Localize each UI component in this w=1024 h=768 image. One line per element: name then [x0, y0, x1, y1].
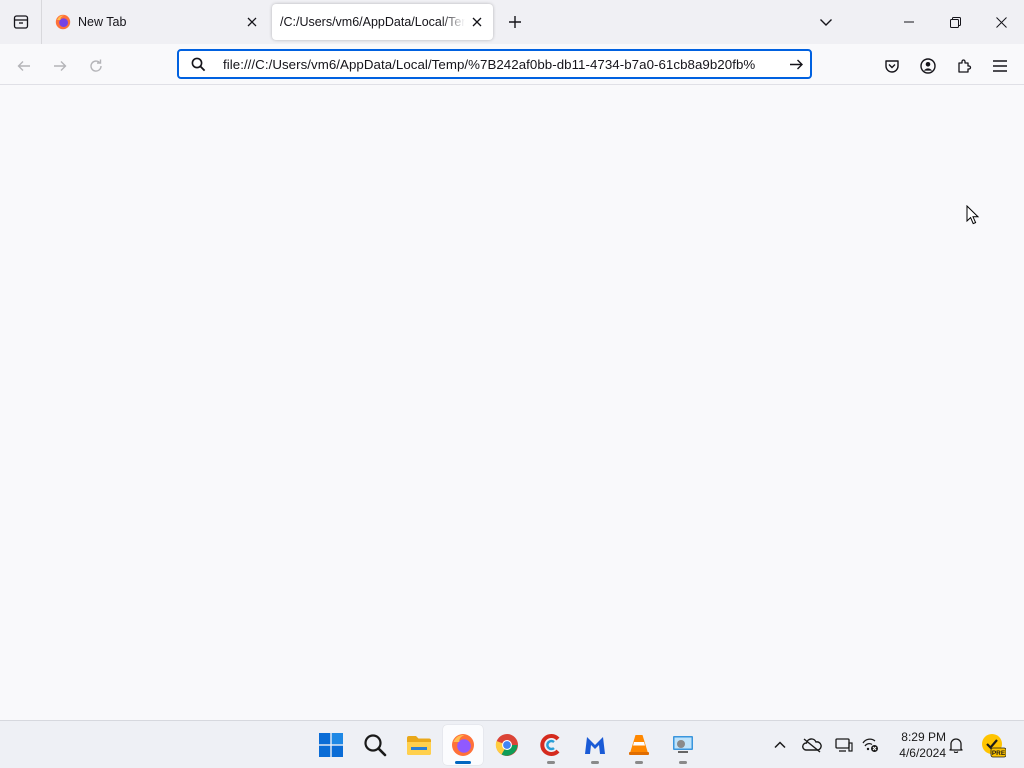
remote-desktop-icon — [673, 736, 693, 753]
vlc-taskbar-button[interactable] — [619, 725, 659, 765]
close-tab-button[interactable] — [465, 10, 489, 34]
app-menu-button[interactable] — [986, 52, 1014, 80]
pocket-icon — [885, 60, 899, 73]
vlc-icon — [629, 735, 649, 755]
clock-time: 8:29 PM — [901, 730, 946, 744]
malwarebytes-icon — [585, 737, 605, 754]
restore-button[interactable] — [932, 0, 978, 44]
firefox-taskbar-button[interactable] — [443, 725, 483, 765]
tab-new-tab[interactable]: New Tab — [48, 4, 268, 40]
save-to-pocket-button[interactable] — [878, 52, 906, 80]
extensions-button[interactable] — [950, 52, 978, 80]
folder-icon — [407, 736, 431, 755]
close-icon — [247, 17, 257, 27]
show-hidden-icons-button[interactable] — [768, 733, 792, 757]
norton-tray-icon[interactable]: PRE — [980, 732, 1006, 758]
taskbar-clock[interactable]: 8:29 PM 4/6/2024 — [886, 729, 946, 761]
chevron-up-icon — [774, 741, 786, 749]
display-icon — [835, 738, 853, 752]
notification-bell-icon — [949, 738, 963, 753]
running-indicator — [547, 761, 555, 764]
minimize-button[interactable] — [886, 0, 932, 44]
account-button[interactable] — [914, 52, 942, 80]
norton-icon: PRE — [982, 734, 1006, 758]
url-text[interactable]: file:///C:/Users/vm6/AppData/Local/Temp/… — [215, 57, 782, 72]
forward-button[interactable] — [46, 52, 74, 80]
firefox-view-icon — [13, 15, 28, 29]
start-button[interactable] — [311, 725, 351, 765]
remote-desktop-taskbar-button[interactable] — [663, 725, 703, 765]
malwarebytes-taskbar-button[interactable] — [575, 725, 615, 765]
norton-badge-text: PRE — [992, 750, 1006, 757]
go-arrow-icon — [789, 59, 803, 69]
firefox-icon — [55, 14, 71, 30]
taskbar-search-button[interactable] — [355, 725, 395, 765]
close-icon — [472, 17, 482, 27]
address-bar[interactable]: file:///C:/Users/vm6/AppData/Local/Temp/… — [177, 49, 812, 79]
account-icon — [920, 58, 936, 74]
windows-logo-icon — [319, 733, 343, 757]
close-tab-button[interactable] — [240, 10, 264, 34]
chevron-down-icon — [820, 19, 832, 26]
close-icon — [995, 16, 1007, 28]
file-explorer-button[interactable] — [399, 725, 439, 765]
reload-icon — [90, 59, 102, 72]
forward-icon — [54, 61, 67, 71]
tab-title: New Tab — [78, 15, 127, 29]
windows-taskbar: 8:29 PM 4/6/2024 PRE — [0, 720, 1024, 768]
onedrive-icon — [802, 738, 822, 753]
search-icon — [181, 51, 215, 77]
chrome-icon — [495, 734, 518, 756]
chrome-taskbar-button[interactable] — [487, 725, 527, 765]
running-indicator — [635, 761, 643, 764]
running-indicator — [455, 761, 471, 764]
running-indicator — [591, 761, 599, 764]
navigation-toolbar: file:///C:/Users/vm6/AppData/Local/Temp/… — [0, 44, 1024, 85]
hamburger-menu-icon — [993, 60, 1007, 72]
ccleaner-taskbar-button[interactable] — [531, 725, 571, 765]
close-window-button[interactable] — [978, 0, 1024, 44]
search-icon — [364, 734, 387, 757]
tab-local-file[interactable]: /C:/Users/vm6/AppData/Local/Temp/%7B242a… — [272, 4, 493, 40]
restore-icon — [949, 16, 961, 28]
mouse-cursor-icon — [966, 205, 980, 225]
new-tab-button[interactable] — [503, 10, 527, 34]
clock-date: 4/6/2024 — [899, 746, 946, 760]
running-indicator — [679, 761, 687, 764]
back-icon — [17, 61, 30, 71]
list-all-tabs-button[interactable] — [814, 10, 838, 34]
minimize-icon — [904, 21, 914, 23]
extensions-icon — [958, 59, 972, 73]
notifications-button[interactable] — [944, 733, 968, 757]
firefox-icon — [452, 734, 474, 756]
go-button[interactable] — [782, 51, 810, 77]
tab-strip: New Tab /C:/Users/vm6/AppData/Local/Temp… — [0, 0, 1024, 44]
reload-button[interactable] — [82, 52, 110, 80]
page-content[interactable] — [0, 85, 1024, 720]
plus-icon — [509, 16, 521, 28]
ccleaner-icon — [540, 734, 560, 756]
onedrive-tray-icon[interactable] — [800, 733, 824, 757]
firefox-view-button[interactable] — [0, 0, 42, 44]
back-button[interactable] — [10, 52, 38, 80]
network-disconnected-icon — [862, 738, 878, 752]
display-tray-icon[interactable] — [832, 733, 856, 757]
network-tray-icon[interactable] — [858, 733, 882, 757]
tab-title: /C:/Users/vm6/AppData/Local/Temp/%7B242a… — [280, 15, 465, 29]
